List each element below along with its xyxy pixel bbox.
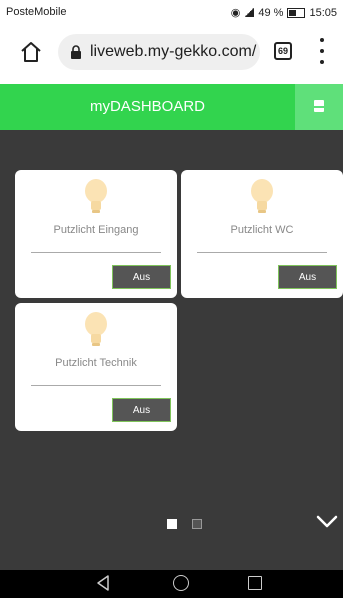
light-bulb-icon — [85, 312, 107, 346]
home-circle-icon[interactable] — [173, 575, 189, 591]
chevron-down-icon[interactable] — [315, 512, 339, 532]
dashboard-cards: Putzlicht Eingang Aus Putzlicht WC Aus P… — [0, 130, 343, 570]
back-icon[interactable] — [96, 574, 110, 592]
tab-switcher-button[interactable]: 69 — [274, 42, 292, 60]
page-title: myDASHBOARD — [89, 98, 205, 115]
light-bulb-icon — [85, 179, 107, 213]
page-indicator — [167, 519, 202, 529]
clock: 15:05 — [309, 6, 337, 19]
door-icon — [314, 100, 324, 112]
wifi-icon: ◉ — [230, 7, 241, 19]
browser-toolbar: liveweb.my-gekko.com/ 69 — [0, 24, 343, 84]
recent-apps-icon[interactable] — [248, 576, 262, 590]
page-dot-active[interactable] — [167, 519, 177, 529]
divider — [197, 252, 327, 253]
card-label: Putzlicht Eingang — [53, 224, 139, 236]
app-header: myDASHBOARD — [0, 84, 343, 130]
status-indicators: ◉ 49 % 15:05 — [230, 6, 337, 20]
system-nav-bar — [0, 570, 343, 598]
lock-icon — [71, 45, 81, 59]
url-text: liveweb.my-gekko.com/ — [90, 43, 257, 60]
page-dot[interactable] — [192, 519, 202, 529]
more-vert-icon[interactable] — [318, 38, 326, 64]
divider — [31, 252, 161, 253]
divider — [31, 385, 161, 386]
card-label: Putzlicht Technik — [55, 357, 137, 369]
header-action-button[interactable] — [295, 84, 343, 130]
battery-percent: 49 % — [258, 6, 284, 19]
light-bulb-icon — [251, 179, 273, 213]
home-icon[interactable] — [19, 40, 43, 64]
address-bar[interactable]: liveweb.my-gekko.com/ — [58, 34, 260, 70]
off-button[interactable]: Aus — [112, 398, 171, 422]
card-putzlicht-wc: Putzlicht WC Aus — [181, 170, 343, 298]
signal-icon — [244, 8, 255, 17]
off-button[interactable]: Aus — [112, 265, 171, 289]
card-label: Putzlicht WC — [230, 224, 294, 236]
off-button[interactable]: Aus — [278, 265, 337, 289]
carrier-name: PosteMobile — [6, 6, 67, 18]
card-putzlicht-technik: Putzlicht Technik Aus — [15, 303, 177, 431]
status-bar: PosteMobile ◉ 49 % 15:05 — [0, 0, 343, 24]
battery-icon — [287, 7, 306, 18]
card-putzlicht-eingang: Putzlicht Eingang Aus — [15, 170, 177, 298]
